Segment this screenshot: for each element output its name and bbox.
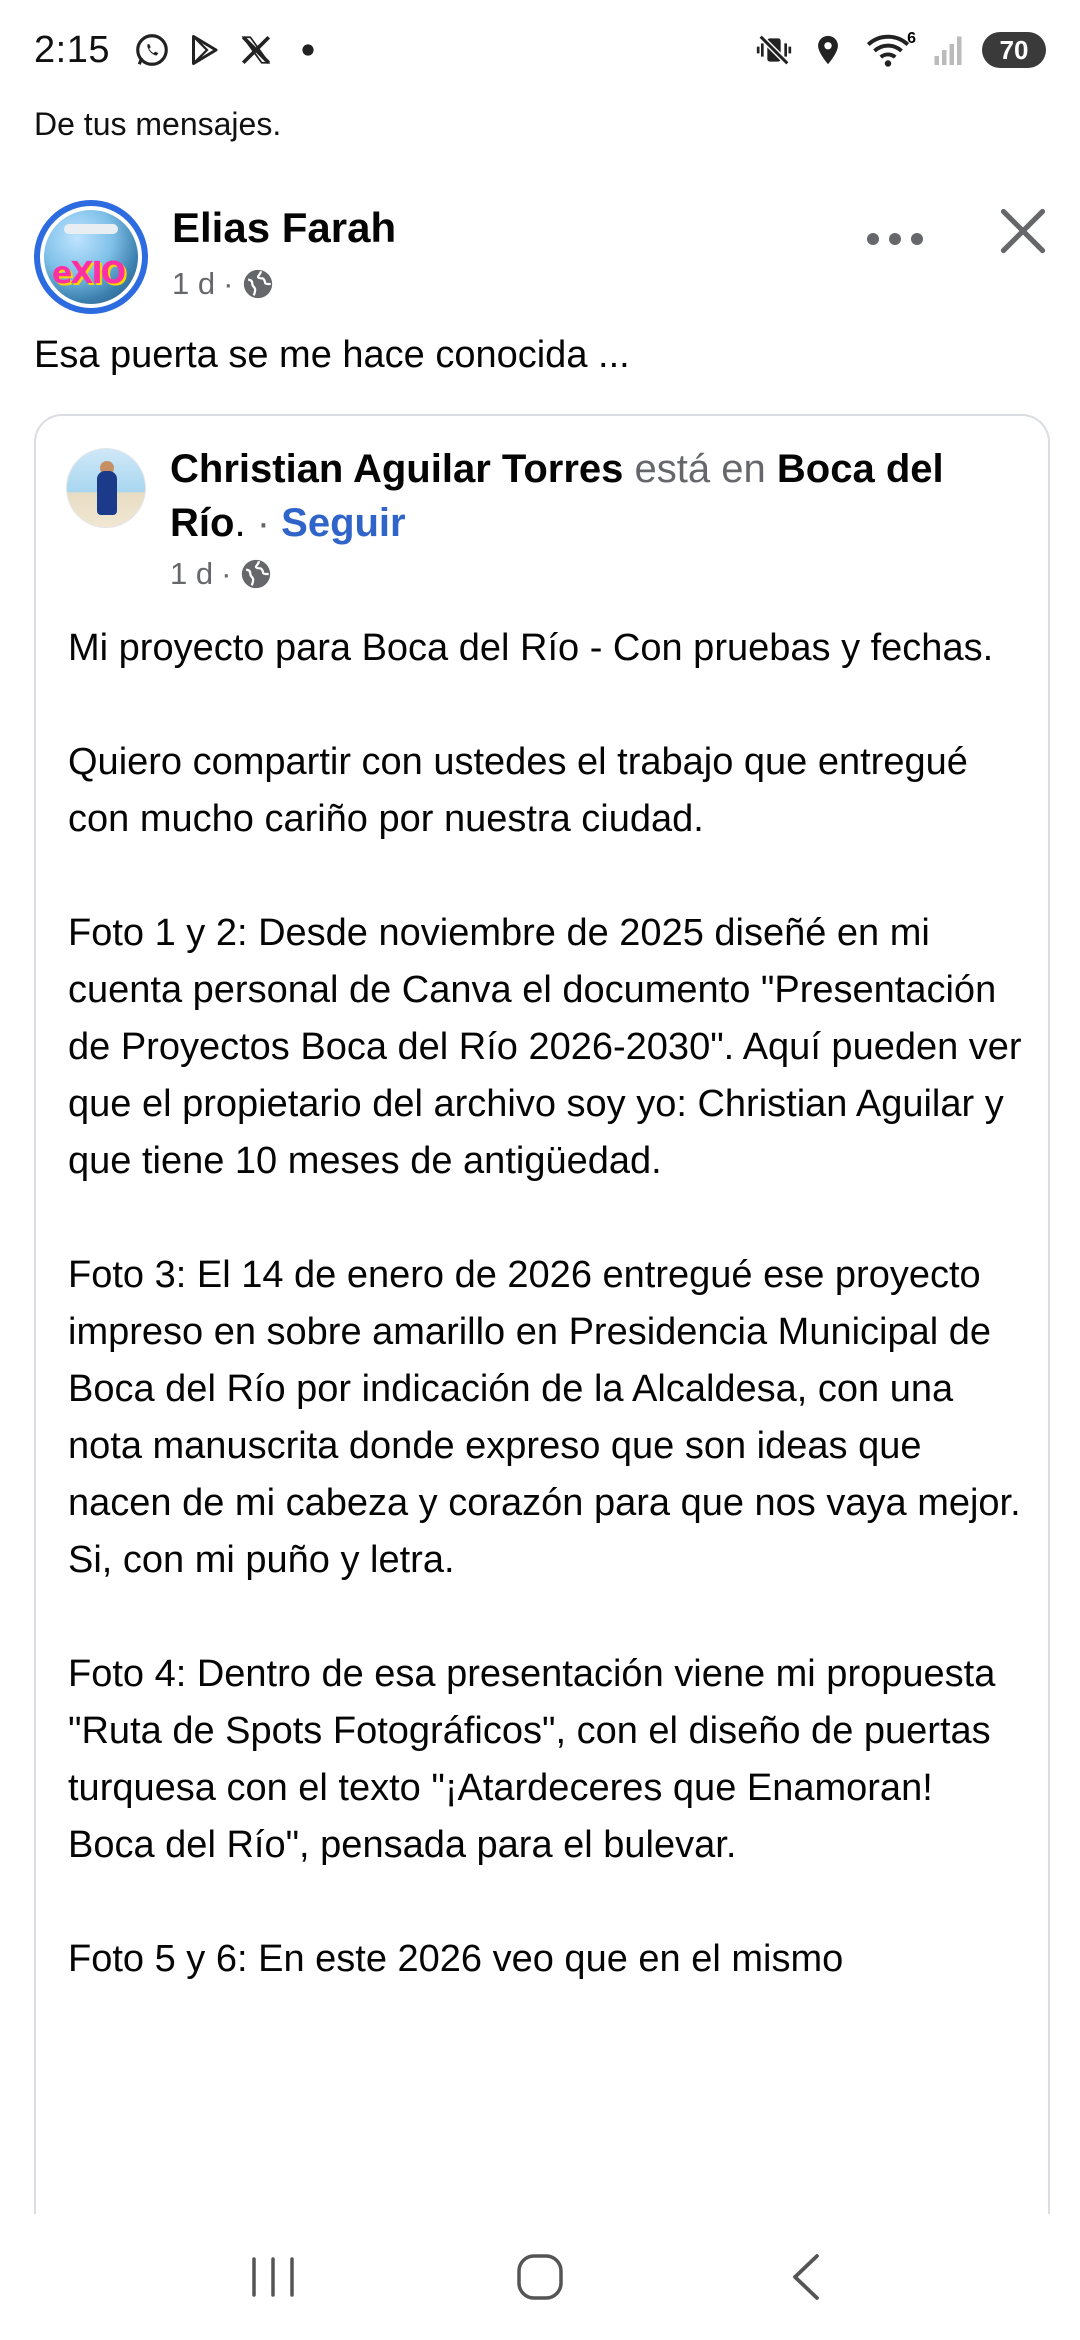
shared-post-card[interactable]: Christian Aguilar Torres está en Boca de… <box>34 414 1050 2314</box>
status-bar-left: 2:15 <box>34 29 328 72</box>
shared-post-header: Christian Aguilar Torres está en Boca de… <box>170 442 1020 550</box>
meta-separator: · <box>223 266 234 301</box>
place-suffix: . <box>234 501 246 545</box>
body-paragraph: Mi proyecto para Boca del Río - Con prue… <box>68 627 994 669</box>
signal-icon <box>928 30 968 70</box>
globe-icon <box>239 557 273 591</box>
status-bar: 2:15 6 70 <box>0 0 1080 100</box>
author-avatar[interactable]: eXIO <box>34 200 148 314</box>
post-header: eXIO Elias Farah 1 d · <box>34 200 1054 320</box>
close-button[interactable] <box>992 200 1054 262</box>
back-icon <box>792 2254 819 2300</box>
is-at-text: está en <box>634 447 766 491</box>
status-time: 2:15 <box>34 28 110 71</box>
wifi-label: 6 <box>907 30 916 47</box>
shared-post-meta: 1 d · <box>170 556 273 592</box>
status-bar-right: 6 70 <box>754 30 1046 70</box>
plane-shape <box>64 224 118 234</box>
x-icon <box>236 30 276 70</box>
shared-meta-separator: · <box>221 556 232 591</box>
more-options-icon <box>867 233 923 245</box>
shared-post-time[interactable]: 1 d <box>170 556 213 592</box>
home-icon <box>517 2254 563 2300</box>
follow-button[interactable]: Seguir <box>281 501 405 545</box>
vibrate-mute-icon <box>754 30 794 70</box>
post-meta: 1 d · <box>172 266 275 302</box>
body-paragraph: Foto 1 y 2: Desde noviembre de 2025 dise… <box>68 912 1022 1182</box>
more-options-button[interactable] <box>862 214 928 264</box>
dot-icon <box>288 30 328 70</box>
recent-apps-button[interactable] <box>228 2237 318 2317</box>
globe-icon <box>241 267 275 301</box>
whatsapp-icon <box>132 30 172 70</box>
close-icon <box>1000 208 1046 254</box>
body-paragraph: Foto 3: El 14 de enero de 2026 entregué … <box>68 1254 1021 1581</box>
avatar-person-shape <box>97 471 117 515</box>
recent-apps-icon <box>252 2257 295 2297</box>
post-text: Esa puerta se me hace conocida ... <box>34 334 630 376</box>
location-icon <box>808 30 848 70</box>
play-store-icon <box>184 30 224 70</box>
shared-author-avatar[interactable] <box>66 448 146 528</box>
notification-icons <box>132 30 328 70</box>
avatar-image: eXIO <box>44 210 138 304</box>
battery-indicator: 70 <box>982 32 1046 68</box>
shared-post-body: Mi proyecto para Boca del Río - Con prue… <box>68 620 1028 1988</box>
home-button[interactable] <box>495 2237 585 2317</box>
post-time[interactable]: 1 d <box>172 266 215 302</box>
shared-author-name[interactable]: Christian Aguilar Torres <box>170 447 623 491</box>
body-paragraph: Foto 4: Dentro de esa presentación viene… <box>68 1653 996 1866</box>
messages-notice: De tus mensajes. <box>34 106 282 142</box>
body-paragraph: Foto 5 y 6: En este 2026 veo que en el m… <box>68 1938 844 1980</box>
body-paragraph: Quiero compartir con ustedes el trabajo … <box>68 741 968 840</box>
back-button[interactable] <box>762 2237 852 2317</box>
system-nav-bar <box>0 2214 1080 2340</box>
wifi-icon: 6 <box>862 30 916 70</box>
follow-separator: · <box>256 501 271 545</box>
avatar-logo: eXIO <box>52 256 126 291</box>
author-name[interactable]: Elias Farah <box>172 204 396 252</box>
